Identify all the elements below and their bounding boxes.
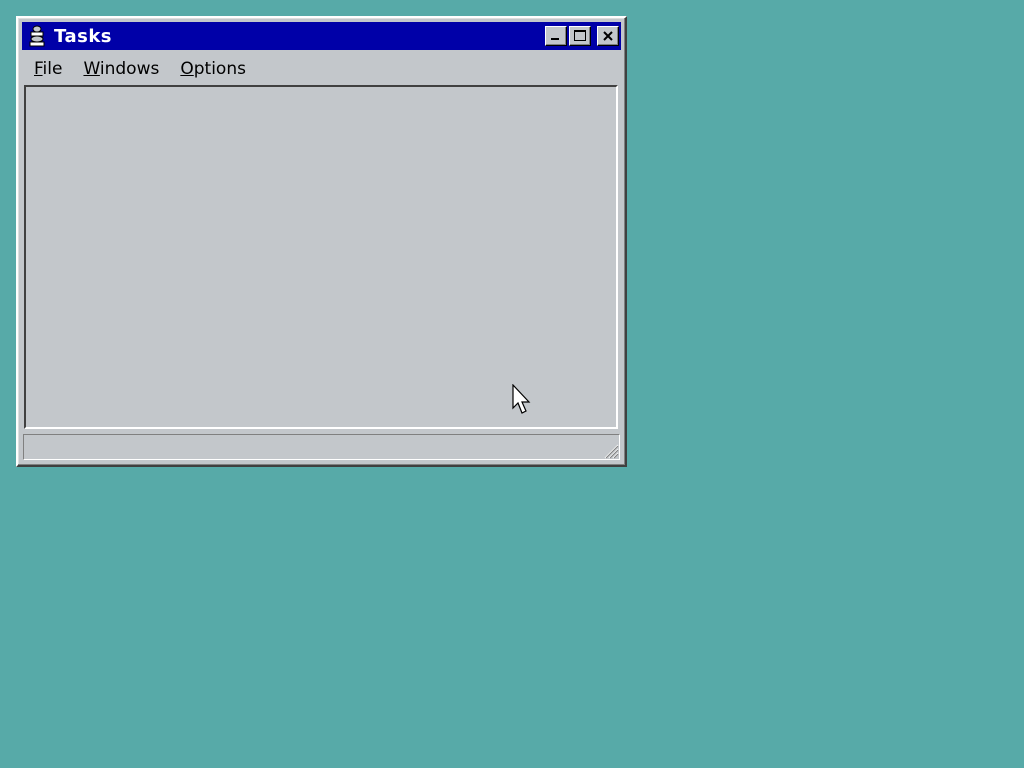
mouse-pointer-icon <box>512 384 531 414</box>
tasks-window[interactable]: Tasks File Windows Options <box>16 16 627 467</box>
close-button[interactable] <box>597 26 619 46</box>
maximize-button[interactable] <box>569 26 591 46</box>
minimize-icon <box>551 38 559 40</box>
menu-file[interactable]: File <box>22 59 71 79</box>
tasks-app-icon[interactable] <box>26 25 48 47</box>
maximize-icon <box>574 30 586 41</box>
window-title: Tasks <box>54 25 113 47</box>
menu-bar: File Windows Options <box>22 56 621 82</box>
title-bar[interactable]: Tasks <box>22 22 621 50</box>
status-bar <box>23 434 620 460</box>
resize-grip-icon[interactable] <box>601 441 619 459</box>
minimize-button[interactable] <box>545 26 567 46</box>
menu-options[interactable]: Options <box>168 59 255 79</box>
task-list-area[interactable] <box>24 85 618 429</box>
status-text <box>24 439 30 454</box>
close-icon <box>603 31 613 41</box>
menu-windows[interactable]: Windows <box>71 59 168 79</box>
